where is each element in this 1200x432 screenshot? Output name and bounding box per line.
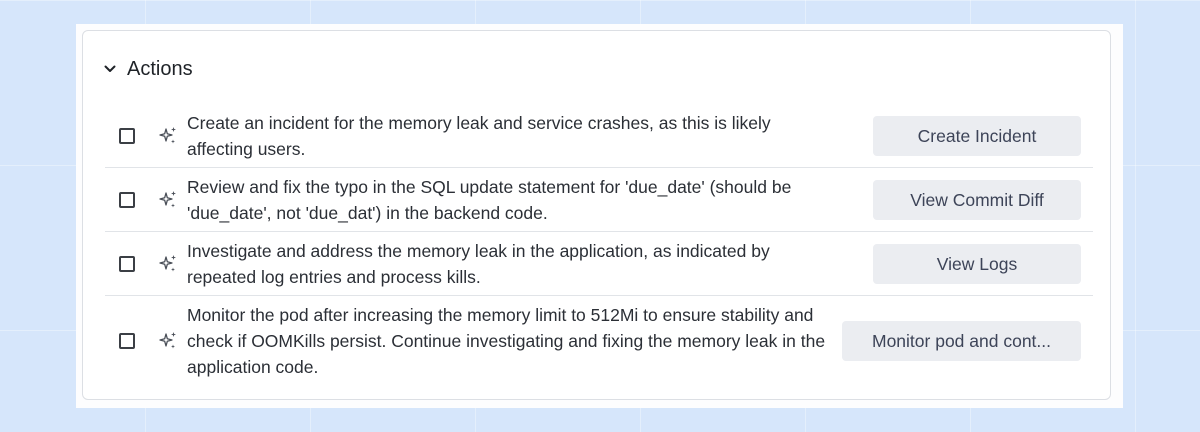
panel-frame: Actions Create an incident for the memor… <box>76 24 1123 408</box>
action-text: Investigate and address the memory leak … <box>187 240 770 287</box>
actions-card: Actions Create an incident for the memor… <box>82 30 1111 400</box>
view-commit-diff-button[interactable]: View Commit Diff <box>873 180 1081 220</box>
action-text: Create an incident for the memory leak a… <box>187 113 771 159</box>
action-row: Investigate and address the memory leak … <box>105 232 1093 296</box>
action-row: Create an incident for the memory leak a… <box>105 105 1093 168</box>
sparkle-icon <box>157 125 179 147</box>
monitor-pod-button[interactable]: Monitor pod and cont... <box>842 321 1081 361</box>
action-text: Review and fix the typo in the SQL updat… <box>187 176 792 223</box>
actions-section-toggle[interactable]: Actions <box>103 55 193 83</box>
action-checkbox[interactable] <box>119 191 135 208</box>
sparkle-icon <box>157 330 179 352</box>
create-incident-button[interactable]: Create Incident <box>873 116 1081 156</box>
action-row: Monitor the pod after increasing the mem… <box>105 296 1093 386</box>
section-title: Actions <box>127 57 193 80</box>
action-text: Monitor the pod after increasing the mem… <box>187 305 826 377</box>
sparkle-icon <box>157 189 179 211</box>
sparkle-icon <box>157 253 179 275</box>
action-checkbox[interactable] <box>119 333 135 349</box>
view-logs-button[interactable]: View Logs <box>873 244 1081 284</box>
action-checkbox[interactable] <box>119 128 135 144</box>
action-list: Create an incident for the memory leak a… <box>105 105 1093 386</box>
chevron-down-icon <box>103 62 117 76</box>
action-checkbox[interactable] <box>119 255 135 272</box>
action-row: Review and fix the typo in the SQL updat… <box>105 168 1093 232</box>
